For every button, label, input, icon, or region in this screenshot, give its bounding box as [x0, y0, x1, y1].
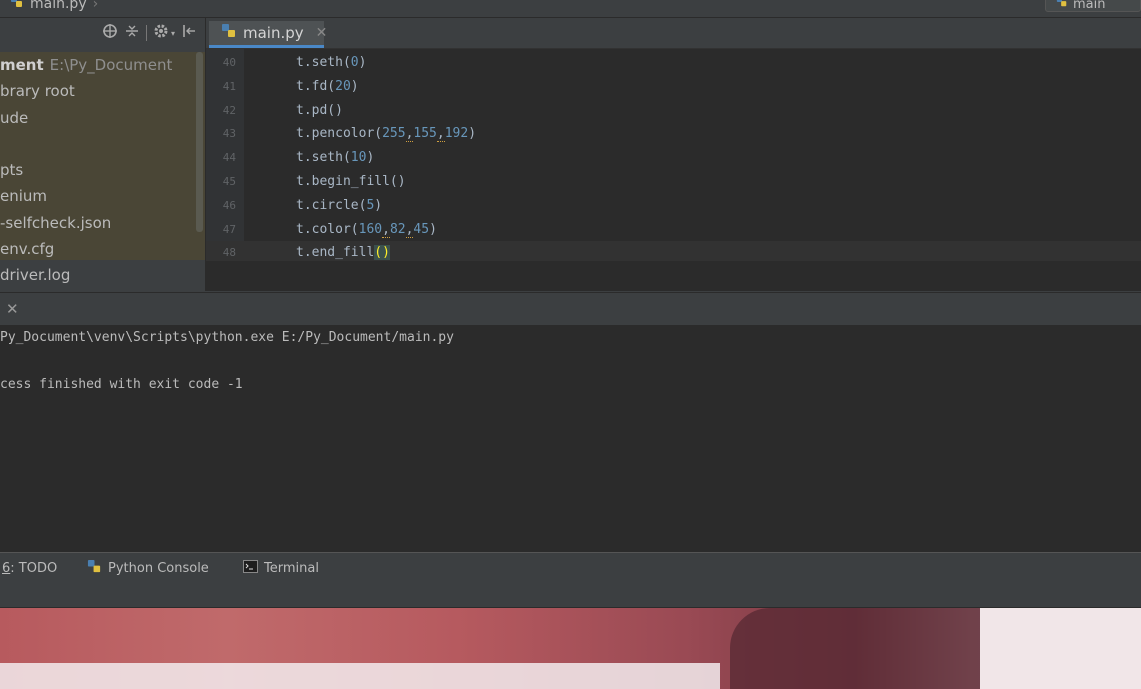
todo-button[interactable]: 6: TODO [2, 553, 57, 583]
code-text: t.seth(0) [296, 55, 367, 70]
project-tree: ment E:\Py_Document brary root ude pts en… [0, 52, 205, 289]
tree-item-label: ude [0, 108, 29, 127]
code-line[interactable]: 40 t.seth(0) [206, 51, 1141, 75]
terminal-icon [243, 559, 258, 577]
tab-main-py[interactable]: main.py ✕ [209, 21, 327, 48]
python-console-label: Python Console [108, 560, 209, 576]
terminal-button[interactable]: Terminal [243, 553, 319, 583]
python-file-icon [1056, 0, 1068, 12]
code-text: t.circle(5) [296, 197, 383, 213]
python-console-icon [87, 559, 102, 578]
tree-item-label: brary root [0, 82, 75, 101]
run-config-selector[interactable]: main [1045, 0, 1141, 12]
run-console[interactable]: Py_Document\venv\Scripts\python.exe E:/P… [0, 325, 1141, 552]
tree-item[interactable] [0, 131, 205, 157]
run-panel-header: ✕ [0, 292, 1141, 326]
line-number: 40 [222, 56, 236, 69]
tree-item-label: driver.log [0, 266, 71, 285]
line-number: 47 [222, 222, 236, 236]
wallpaper-water [0, 663, 720, 689]
tree-item[interactable]: brary root [0, 78, 205, 104]
code-line[interactable]: 43 t.pencolor(255,155,192) [206, 122, 1141, 146]
close-icon[interactable]: ✕ [316, 25, 328, 41]
divider [145, 25, 147, 41]
navigation-bar: main.py › main [0, 0, 1141, 18]
console-line: cess finished with exit code -1 [0, 377, 243, 392]
tree-item-root[interactable]: ment E:\Py_Document [0, 52, 205, 78]
code-text: t.fd(20) [296, 78, 359, 94]
run-config-label: main [1073, 0, 1106, 12]
line-number: 44 [222, 151, 236, 165]
code-line[interactable]: 41 t.fd(20) [206, 75, 1141, 99]
wallpaper-figure [730, 608, 990, 689]
code-text: t.pencolor(255,155,192) [296, 126, 477, 143]
breadcrumb: main.py › [10, 0, 98, 13]
tree-item[interactable]: -selfcheck.json [0, 210, 205, 236]
tree-item-label: pts [0, 161, 24, 180]
todo-label: : TODO [10, 560, 58, 576]
gear-icon[interactable] [153, 23, 169, 43]
code-line[interactable]: 45 t.begin_fill() [206, 170, 1141, 194]
hide-panel-icon[interactable] [181, 23, 197, 43]
close-icon[interactable]: ✕ [6, 300, 19, 318]
code-text: t.begin_fill() [296, 174, 406, 189]
line-number: 46 [222, 198, 236, 212]
todo-shortcut: 6 [2, 560, 11, 576]
code-line[interactable]: 46 t.circle(5) [206, 194, 1141, 218]
collapse-all-icon[interactable] [124, 23, 140, 43]
project-panel: ▾ ment E:\Py_Document brary root ude pts … [0, 18, 206, 291]
tree-item[interactable]: ude [0, 105, 205, 131]
tree-item-label: enium [0, 187, 48, 206]
code-editor[interactable]: 40 t.seth(0) 41 t.fd(20) 42 t.pd() 43 t.pencolo… [206, 49, 1141, 291]
breadcrumb-separator: › [92, 0, 99, 12]
tree-item-label: env.cfg [0, 240, 55, 259]
tree-item[interactable]: pts [0, 157, 205, 183]
code-line[interactable]: 47 t.color(160,82,45) [206, 218, 1141, 242]
tree-item-label: -selfcheck.json [0, 213, 112, 232]
tree-item[interactable]: env.cfg [0, 236, 205, 262]
terminal-label: Terminal [264, 560, 319, 576]
tab-label: main.py [243, 24, 304, 42]
console-line: Py_Document\venv\Scripts\python.exe E:/P… [0, 330, 454, 345]
python-console-button[interactable]: Python Console [87, 553, 209, 583]
status-bar [0, 583, 1141, 608]
tree-item[interactable]: driver.log [0, 262, 205, 289]
editor-tabs: main.py ✕ [206, 18, 1141, 49]
matched-brace: () [374, 245, 390, 261]
code-line[interactable]: 44 t.seth(10) [206, 146, 1141, 170]
breadcrumb-file[interactable]: main.py [30, 0, 87, 12]
tree-item-path: E:\Py_Document [49, 56, 173, 74]
line-number: 43 [222, 127, 236, 141]
chevron-down-icon[interactable]: ▾ [171, 29, 175, 38]
tree-item-label: ment [0, 56, 44, 74]
project-scrollbar[interactable] [196, 52, 203, 232]
wallpaper-sky [980, 608, 1141, 689]
line-number: 41 [222, 79, 236, 93]
tree-item[interactable]: enium [0, 183, 205, 209]
line-number: 42 [222, 103, 236, 117]
code-text: t.color(160,82,45) [296, 221, 437, 238]
python-file-icon [10, 0, 24, 13]
code-line[interactable]: 42 t.pd() [206, 99, 1141, 123]
desktop-wallpaper [0, 608, 1141, 689]
locate-icon[interactable] [102, 23, 118, 43]
line-number: 45 [222, 175, 236, 188]
code-text: t.seth(10) [296, 150, 375, 166]
code-text: t.pd() [296, 102, 343, 118]
editor-empty-area[interactable] [206, 261, 1141, 291]
project-toolbar: ▾ [102, 23, 197, 43]
tool-window-bar: 6: TODO Python Console Terminal [0, 552, 1141, 584]
python-file-icon [221, 23, 237, 43]
